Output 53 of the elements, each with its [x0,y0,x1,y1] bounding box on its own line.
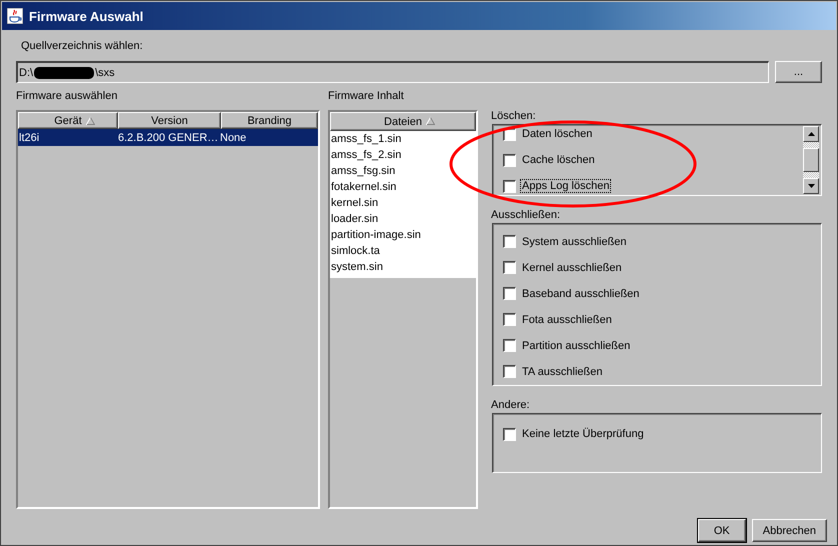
checkbox[interactable] [503,365,516,378]
table-cell[interactable]: 6.2.B.200 GENER… [117,129,219,146]
sort-triangle-icon [426,117,435,125]
file-item[interactable]: amss_fsg.sin [330,163,476,179]
group-label: Ausschließen: [490,209,562,223]
table-cell[interactable]: None [219,129,318,146]
checkbox-label[interactable]: TA ausschließen [521,366,604,378]
file-item[interactable]: amss_fs_2.sin [330,147,476,163]
scrollbar[interactable] [803,126,819,194]
sort-triangle-icon [86,117,95,125]
redaction-mark [34,66,94,78]
checkbox[interactable] [503,339,516,352]
dialog-button[interactable]: OK [698,519,746,542]
file-item[interactable]: simlock.ta [330,243,476,259]
browse-button[interactable]: ... [775,61,822,83]
group-label: Löschen: [490,110,537,124]
window-title: Firmware Auswahl [29,8,144,24]
path-field[interactable]: D:\ \sxs [16,61,769,83]
checkbox-label[interactable]: Partition ausschließen [521,340,632,352]
file-item[interactable]: fotakernel.sin [330,179,476,195]
file-item[interactable]: system.sin [330,259,476,275]
checkbox-label[interactable]: System ausschließen [521,236,628,248]
file-item[interactable]: kernel.sin [330,195,476,211]
checkbox[interactable] [503,287,516,300]
checkbox-label[interactable]: Fota ausschließen [521,314,613,326]
checkbox[interactable] [503,428,516,440]
file-item[interactable]: partition-image.sin [330,227,476,243]
section-label: Firmware Inhalt [328,90,405,104]
checkbox[interactable] [503,261,516,274]
up-arrow-icon[interactable] [808,132,814,136]
group-label: Andere: [490,399,531,413]
checkbox[interactable] [503,154,516,166]
table-cell[interactable]: lt26i [18,129,117,146]
source-label: Quellverzeichnis wählen: [21,40,144,54]
checkbox-label[interactable]: Kernel ausschließen [521,262,623,274]
checkbox[interactable] [503,180,516,192]
column-header[interactable]: Version [118,112,221,129]
checkbox[interactable] [503,313,516,326]
checkbox-label[interactable]: Daten löschen [521,128,594,140]
column-header[interactable]: Gerät [18,112,118,129]
checkbox-label[interactable]: Baseband ausschließen [521,288,640,300]
dialog-button[interactable]: Abbrechen [752,519,827,542]
down-arrow-icon[interactable] [808,184,814,188]
checkbox[interactable] [503,235,516,248]
checkbox-label[interactable]: Cache löschen [521,154,596,166]
column-header[interactable]: Branding [221,112,318,129]
column-header[interactable]: Dateien [330,112,476,131]
section-label: Firmware auswählen [16,90,118,104]
app-cup-icon [7,8,23,24]
file-item[interactable]: amss_fs_1.sin [330,131,476,147]
file-item[interactable]: loader.sin [330,211,476,227]
checkbox-label[interactable]: Keine letzte Überprüfung [521,428,645,440]
checkbox-label[interactable]: Apps Log löschen [521,180,610,192]
